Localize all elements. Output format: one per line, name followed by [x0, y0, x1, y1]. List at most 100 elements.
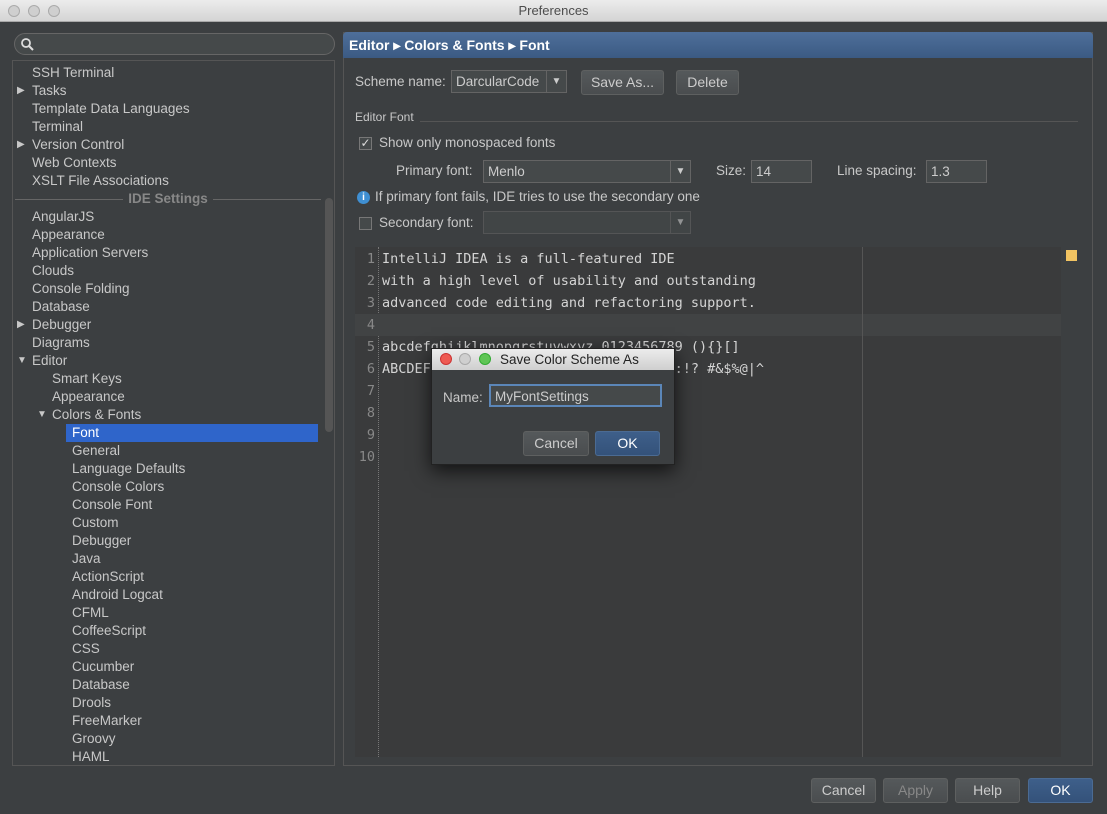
tree-item[interactable]: Diagrams — [32, 334, 90, 352]
font-preview-editor[interactable]: 1 IntelliJ IDEA is a full-featured IDE 2 wi… — [355, 247, 1081, 757]
scheme-name-label: Scheme name: — [355, 74, 446, 89]
tree-item[interactable]: Android Logcat — [72, 586, 163, 604]
apply-button[interactable]: Apply — [883, 778, 948, 803]
editor-scrollbar[interactable] — [1061, 247, 1081, 757]
code-line: with a high level of usability and outst… — [382, 273, 756, 289]
tree-item-label: Java — [72, 551, 101, 566]
scheme-name-select[interactable]: DarcularCode ▼ — [451, 70, 567, 93]
collapse-arrow-icon[interactable]: ▼ — [17, 352, 27, 370]
tree-item[interactable]: ▶ Version Control — [17, 136, 124, 154]
chevron-down-icon: ▼ — [670, 212, 690, 233]
expand-arrow-icon[interactable]: ▶ — [17, 136, 25, 154]
line-number: 2 — [366, 273, 375, 289]
collapse-arrow-icon[interactable]: ▼ — [37, 406, 47, 424]
tree-item[interactable]: Debugger — [72, 532, 131, 550]
tree-item-label: FreeMarker — [72, 713, 142, 728]
tree-item[interactable]: XSLT File Associations — [32, 172, 169, 190]
line-number: 1 — [366, 251, 375, 267]
tree-item-label: General — [72, 443, 121, 458]
save-color-scheme-dialog: Save Color Scheme As Name: MyFontSetting… — [431, 348, 675, 465]
tree-item[interactable]: Console Colors — [72, 478, 164, 496]
tree-item[interactable]: Appearance — [32, 226, 105, 244]
tree-scrollbar[interactable] — [325, 198, 333, 432]
tree-item[interactable]: Groovy — [72, 730, 116, 748]
save-as-button[interactable]: Save As... — [581, 70, 664, 95]
settings-tree: SSH Terminal ▶ Tasks Template Data Language… — [12, 60, 335, 766]
tree-item[interactable]: Web Contexts — [32, 154, 117, 172]
tree-item[interactable]: Custom — [72, 514, 119, 532]
line-number: 8 — [366, 405, 375, 421]
line-spacing-label: Line spacing: — [837, 163, 917, 178]
tree-item-label: Debugger — [32, 317, 92, 332]
tree-item[interactable]: Appearance — [52, 388, 125, 406]
tree-item[interactable]: Java — [72, 550, 101, 568]
close-dialog-button[interactable] — [440, 353, 452, 365]
tree-item[interactable]: Font — [66, 424, 318, 442]
settings-search-input[interactable] — [14, 33, 335, 55]
cancel-button[interactable]: Cancel — [811, 778, 876, 803]
breadcrumb: Editor ▸ Colors & Fonts ▸ Font — [343, 32, 1093, 58]
delete-button[interactable]: Delete — [676, 70, 739, 95]
tree-item[interactable]: ▶ Debugger — [17, 316, 92, 334]
tree-item[interactable]: CoffeeScript — [72, 622, 146, 640]
primary-font-select[interactable]: Menlo ▼ — [483, 160, 691, 183]
dialog-ok-button[interactable]: OK — [595, 431, 660, 456]
tree-item[interactable]: ▶ Tasks — [17, 82, 67, 100]
tree-item[interactable]: Terminal — [32, 118, 83, 136]
expand-arrow-icon[interactable]: ▶ — [17, 316, 25, 334]
tree-item[interactable]: CSS — [72, 640, 100, 658]
tree-item-label: Terminal — [32, 119, 84, 134]
tree-item[interactable]: Cucumber — [72, 658, 134, 676]
tree-item-label: XSLT File Associations — [32, 173, 169, 188]
line-spacing-input[interactable]: 1.3 — [926, 160, 987, 183]
tree-item[interactable]: ▼ Colors & Fonts — [37, 406, 141, 424]
secondary-font-label: Secondary font: — [379, 215, 474, 230]
tree-item[interactable]: IDE Settings — [13, 190, 323, 208]
tree-item[interactable]: Database — [32, 298, 90, 316]
tree-item[interactable]: General — [72, 442, 120, 460]
tree-item-label: Custom — [72, 515, 119, 530]
size-input[interactable]: 14 — [751, 160, 812, 183]
tree-item[interactable]: Language Defaults — [72, 460, 185, 478]
tree-item[interactable]: Database — [72, 676, 130, 694]
secondary-font-select[interactable]: ▼ — [483, 211, 691, 234]
tree-item[interactable]: Console Folding — [32, 280, 130, 298]
tree-item[interactable]: Console Font — [72, 496, 152, 514]
tree-item[interactable]: HAML — [72, 748, 110, 765]
tree-item[interactable]: FreeMarker — [72, 712, 142, 730]
expand-arrow-icon[interactable]: ▶ — [17, 82, 25, 100]
help-button[interactable]: Help — [955, 778, 1020, 803]
tree-item[interactable]: CFML — [72, 604, 109, 622]
line-number: 9 — [366, 427, 375, 443]
tree-item[interactable]: Template Data Languages — [32, 100, 190, 118]
tree-item[interactable]: SSH Terminal — [32, 64, 114, 82]
tree-item[interactable]: Clouds — [32, 262, 74, 280]
info-text: If primary font fails, IDE tries to use … — [375, 189, 700, 204]
tree-item-label: CSS — [72, 641, 100, 656]
tree-item-label: Editor — [32, 353, 68, 368]
tree-item-label: Language Defaults — [72, 461, 186, 476]
size-label: Size: — [716, 163, 747, 178]
tree-item[interactable]: Application Servers — [32, 244, 148, 262]
ok-button[interactable]: OK — [1028, 778, 1093, 803]
dialog-cancel-button[interactable]: Cancel — [523, 431, 589, 456]
line-number: 7 — [366, 383, 375, 399]
close-window-button[interactable] — [8, 5, 20, 17]
monospaced-checkbox[interactable]: ✓ — [359, 137, 372, 150]
tree-item-label: Smart Keys — [52, 371, 122, 386]
minimize-dialog-button[interactable] — [459, 353, 471, 365]
tree-item[interactable]: ActionScript — [72, 568, 144, 586]
tree-item[interactable]: AngularJS — [32, 208, 94, 226]
tree-item[interactable]: Drools — [72, 694, 111, 712]
zoom-window-button[interactable] — [48, 5, 60, 17]
tree-item[interactable]: Smart Keys — [52, 370, 122, 388]
primary-font-label: Primary font: — [396, 163, 473, 178]
tree-item-label: Console Folding — [32, 281, 130, 296]
scheme-name-input[interactable]: MyFontSettings — [489, 384, 662, 407]
minimize-window-button[interactable] — [28, 5, 40, 17]
tree-item-label: Drools — [72, 695, 112, 710]
zoom-dialog-button[interactable] — [479, 353, 491, 365]
code-line: advanced code editing and refactoring su… — [382, 295, 756, 311]
tree-item[interactable]: ▼ Editor — [17, 352, 68, 370]
secondary-font-checkbox[interactable] — [359, 217, 372, 230]
